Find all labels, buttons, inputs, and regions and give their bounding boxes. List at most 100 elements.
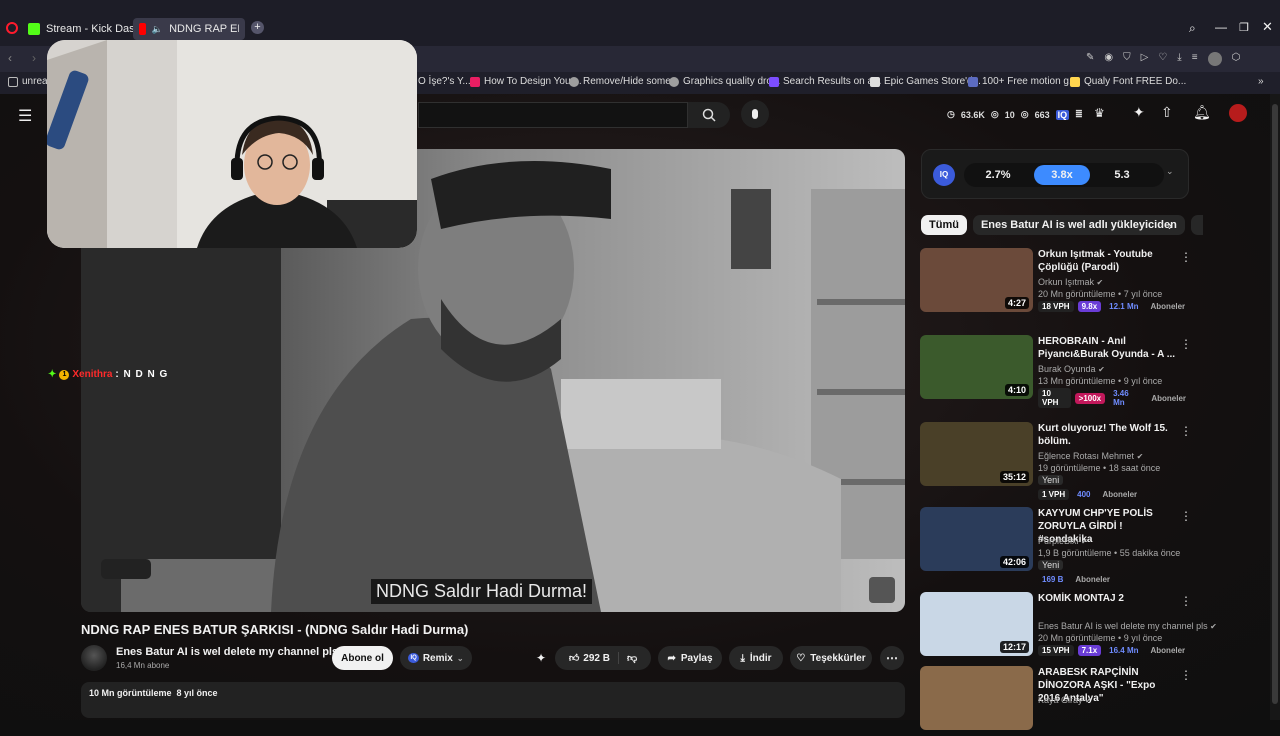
channel-name[interactable]: Enes Batur AI is wel delete my channel p… (116, 646, 338, 658)
bookmark-item[interactable]: Qualy Font FREE Do... (1070, 76, 1186, 87)
remix-button[interactable]: IQ Remix ⌄ (400, 646, 472, 670)
suggested-video-title[interactable]: Kurt oluyoruz! The Wolf 15. bölüm. (1038, 422, 1178, 448)
suggested-video[interactable]: ARABESK RAPÇİNİN DİNOZORA AŞKI - "Expo 2… (920, 666, 1192, 736)
hamburger-icon[interactable]: ☰ (18, 106, 32, 126)
suggested-video[interactable]: 4:10 HEROBRAIN - Anıl Piyancı&Burak Oyund… (920, 335, 1192, 408)
suggested-video-title[interactable]: KOMİK MONTAJ 2 (1038, 592, 1178, 605)
upload-icon[interactable]: ⇧ (1161, 104, 1173, 121)
tab-youtube-video[interactable]: 🔈 NDNG RAP ENES BATU (133, 18, 245, 40)
more-actions-button[interactable]: ⋯ (880, 646, 904, 670)
bookmark-favicon-icon (470, 76, 480, 87)
opera-logo-icon[interactable] (6, 22, 18, 34)
bookmark-item[interactable]: How To Design Your... (470, 76, 582, 87)
bookmark-item[interactable]: Search Results on a... (769, 76, 881, 87)
bookmark-favicon-icon (569, 76, 579, 87)
iq-value-1[interactable]: 2.7% (966, 165, 1030, 185)
video-thumbnail[interactable]: 4:27 (920, 248, 1033, 312)
menu-icon[interactable]: ≡ (1192, 52, 1198, 66)
more-options-icon[interactable]: ⋮ (1180, 424, 1192, 438)
notifications-icon[interactable]: 🔔︎ (1193, 104, 1211, 121)
description-box[interactable]: 10 Mn görüntüleme 8 yıl önce (81, 682, 905, 718)
more-options-icon[interactable]: ⋮ (1180, 594, 1192, 608)
voice-search-button[interactable] (741, 100, 769, 128)
suggested-video[interactable]: 4:27 Orkun Işıtmak - Youtube Çöplüğü (Par… (920, 248, 1192, 318)
stat-badge: Aboneler (1075, 575, 1111, 584)
new-tab-button[interactable]: + (251, 21, 264, 34)
search-box[interactable] (418, 102, 688, 128)
chip-partial[interactable] (1190, 215, 1203, 235)
search-tabs-icon[interactable]: ⌕ (1189, 21, 1196, 36)
suggested-channel-name[interactable]: Orkun Işıtmak ✔︎ (1038, 277, 1103, 287)
stat-badge: 18 VPH (1038, 301, 1074, 312)
like-button[interactable]: 👍︎ 292 B (561, 652, 619, 664)
chip-uploader[interactable]: Enes Batur AI is wel adlı yükleyiciden (972, 215, 1185, 235)
suggested-video[interactable]: 12:17 KOMİK MONTAJ 2 Enes Batur AI is wel … (920, 592, 1217, 662)
channel-avatar[interactable] (81, 645, 107, 671)
minimize-icon[interactable]: — (1215, 20, 1227, 34)
thanks-button[interactable]: ♡ Teşekkürler (790, 646, 872, 670)
chevron-down-icon[interactable]: ⌄ (1166, 166, 1174, 177)
video-thumbnail[interactable]: 4:10 (920, 335, 1033, 399)
trophy-icon[interactable]: ♛ (1094, 106, 1105, 120)
bookmark-item[interactable]: 100+ Free motion g... (968, 76, 1077, 87)
iq-value-2[interactable]: 3.8x (1034, 165, 1090, 185)
edit-icon[interactable]: ✎ (1086, 52, 1094, 66)
suggested-channel-name[interactable]: Kaya Giray ✔︎ (1038, 695, 1092, 705)
speaker-icon[interactable]: 🔈 (152, 24, 163, 35)
suggested-video[interactable]: 42:06 KAYYUM CHP'YE POLİS ZORUYLA GİRDİ !… (920, 507, 1192, 584)
suggested-video-title[interactable]: Orkun Işıtmak - Youtube Çöplüğü (Parodi) (1038, 248, 1178, 274)
bookmarks-more-icon[interactable]: » (1258, 76, 1264, 87)
video-thumbnail[interactable] (920, 666, 1033, 730)
video-thumbnail[interactable]: 12:17 (920, 592, 1033, 656)
duration-badge: 12:17 (999, 641, 1029, 653)
avatar[interactable] (1229, 104, 1247, 122)
close-window-icon[interactable]: ✕ (1262, 19, 1273, 35)
suggested-channel-name[interactable]: PurpleBixi ✔︎ (1038, 536, 1088, 546)
suggested-channel-name[interactable]: Burak Oyunda ✔︎ (1038, 364, 1105, 374)
chat-overlay-message: ✦ 1 Xenithra : N D N G (48, 369, 168, 380)
youtube-favicon-icon (139, 23, 146, 35)
play-icon[interactable]: ▷ (1141, 52, 1149, 66)
sparkle-icon[interactable]: ✦ (536, 651, 546, 665)
extension-icon[interactable]: ✦ (1133, 104, 1145, 121)
download-button[interactable]: ⤓ İndir (729, 646, 783, 670)
download-icon[interactable]: ⤓ (1177, 52, 1181, 66)
suggested-channel-name[interactable]: Enes Batur AI is wel delete my channel p… (1038, 621, 1217, 631)
suggested-channel-name[interactable]: Eğlence Rotası Mehmet ✔︎ (1038, 451, 1143, 461)
list-icon[interactable]: ≣ (1075, 109, 1083, 120)
page-scrollbar-thumb[interactable] (1272, 104, 1278, 704)
more-options-icon[interactable]: ⋮ (1180, 250, 1192, 264)
chevron-right-icon[interactable]: › (1168, 218, 1172, 233)
chip-all[interactable]: Tümü (921, 215, 967, 235)
channel-watermark[interactable] (869, 577, 895, 603)
search-button[interactable] (688, 102, 730, 128)
share-button[interactable]: ➦ Paylaş (658, 646, 722, 670)
iq-extension-icon[interactable]: IQ (1055, 109, 1070, 120)
iq-value-3[interactable]: 5.3 (1094, 165, 1150, 185)
camera-icon[interactable]: ◉ (1104, 52, 1113, 66)
thumbs-down-icon[interactable]: 👎︎ (619, 652, 645, 664)
bookmark-item[interactable]: Graphics quality dro... (669, 76, 780, 87)
more-options-icon[interactable]: ⋮ (1180, 337, 1192, 351)
suggested-video[interactable]: 35:12 Kurt oluyoruz! The Wolf 15. bölüm. E… (920, 422, 1192, 500)
more-options-icon[interactable]: ⋮ (1180, 509, 1192, 523)
eye-icon: ◎ (1020, 109, 1029, 119)
subscribe-button[interactable]: Abone ol (332, 646, 393, 670)
more-options-icon[interactable]: ⋮ (1180, 668, 1192, 682)
back-arrow-icon[interactable]: ‹ (8, 51, 12, 65)
bookmark-item[interactable]: O İşe?'s Y... (418, 76, 471, 87)
bookmark-item[interactable]: Epic Games Store'd... (870, 76, 981, 87)
forward-arrow-icon[interactable]: › (32, 51, 36, 65)
chevron-down-icon: ⌄ (456, 653, 464, 663)
suggested-video-title[interactable]: HEROBRAIN - Anıl Piyancı&Burak Oyunda - … (1038, 335, 1178, 361)
bookmark-item[interactable]: unreal (8, 76, 50, 87)
video-thumbnail[interactable]: 42:06 (920, 507, 1033, 571)
profile-avatar-icon[interactable] (1207, 52, 1222, 66)
new-tag: Yeni (1038, 475, 1064, 485)
extensions-icon[interactable]: ⬡ (1232, 52, 1241, 66)
shield-icon[interactable]: ⛉ (1123, 52, 1131, 66)
heart-icon[interactable]: ♡ (1158, 52, 1167, 66)
bookmark-item[interactable]: Remove/Hide some... (569, 76, 679, 87)
restore-icon[interactable]: ❐ (1239, 21, 1249, 34)
video-thumbnail[interactable]: 35:12 (920, 422, 1033, 486)
